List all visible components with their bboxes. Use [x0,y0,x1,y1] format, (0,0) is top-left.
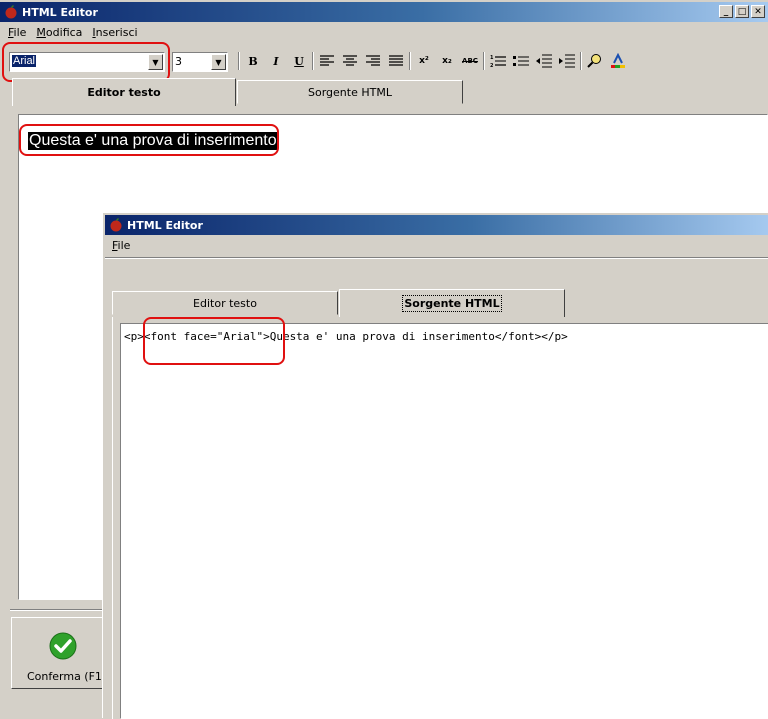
html-source-editor[interactable]: <p><font face="Arial">Questa e' una prov… [120,323,768,719]
justify-button[interactable] [386,51,406,71]
tab-label: Sorgente HTML [402,295,502,312]
text-color-icon [611,53,625,68]
tab-label: Sorgente HTML [308,85,392,99]
main-title-bar[interactable]: HTML Editor _ □ ✕ [0,2,768,22]
svg-text:1: 1 [490,55,494,61]
divider [105,257,768,259]
source-title-bar[interactable]: HTML Editor [105,215,768,235]
bold-button[interactable]: B [243,51,263,71]
align-right-icon [366,55,380,66]
font-size-select[interactable]: 3 ▼ [172,52,228,72]
menu-inserisci[interactable]: Inserisci [92,26,137,39]
tab-label: Editor testo [193,296,257,310]
spellcheck-button[interactable]: ABC [460,51,480,71]
window-title: HTML Editor [22,5,98,19]
toolbar-separator [580,52,582,70]
outdent-button[interactable] [534,51,554,71]
window-title: HTML Editor [127,218,203,232]
bullet-list-icon [513,56,529,66]
align-right-button[interactable] [363,51,383,71]
confirm-button[interactable]: Conferma (F12) [11,617,113,689]
toolbar-separator [409,52,411,70]
checkmark-icon [49,632,77,660]
italic-button[interactable]: I [266,51,286,71]
menu-file[interactable]: File [112,239,130,252]
highlight-annotation [2,42,170,82]
align-left-button[interactable] [317,51,337,71]
indent-button[interactable] [557,51,577,71]
menu-modifica[interactable]: Modifica [36,26,82,39]
chevron-down-icon[interactable]: ▼ [211,54,226,70]
minimize-button[interactable]: _ [719,5,733,18]
toolbar-separator [238,52,240,70]
tab-editor-testo[interactable]: Editor testo [112,291,338,315]
align-center-button[interactable] [340,51,360,71]
main-menubar: File Modifica Inserisci [2,23,138,41]
menu-file[interactable]: File [8,26,26,39]
toolbar-separator [312,52,314,70]
tab-editor-testo[interactable]: Editor testo [12,78,236,106]
svg-text:2: 2 [490,63,494,68]
indent-icon [559,54,575,68]
highlight-annotation [19,124,279,156]
text-color-button[interactable] [608,51,628,71]
outdent-icon [536,54,552,68]
superscript-button[interactable]: x² [414,51,434,71]
close-button[interactable]: ✕ [751,5,765,18]
main-tab-area: Editor testo Sorgente HTML [10,78,768,108]
toolbar-separator [483,52,485,70]
numbered-list-button[interactable]: 12 [488,51,508,71]
underline-button[interactable]: U [289,51,309,71]
tab-sorgente-html[interactable]: Sorgente HTML [237,80,463,104]
find-button[interactable] [585,51,605,71]
justify-icon [389,55,403,66]
maximize-button[interactable]: □ [735,5,749,18]
bullet-list-button[interactable] [511,51,531,71]
subscript-button[interactable]: x₂ [437,51,457,71]
numbered-list-icon: 12 [490,55,506,68]
source-menubar: File [106,236,130,254]
font-size-value: 3 [175,55,182,68]
confirm-label: Conferma (F12) [27,670,114,683]
align-left-icon [320,55,334,66]
tab-label: Editor testo [87,86,161,99]
tab-sorgente-html[interactable]: Sorgente HTML [339,289,565,317]
highlight-annotation [143,317,285,365]
app-icon [110,218,122,232]
app-icon [5,5,17,19]
find-icon [587,54,601,68]
align-center-icon [343,55,357,66]
source-window: HTML Editor File Editor testo Sorgente H… [102,212,768,719]
